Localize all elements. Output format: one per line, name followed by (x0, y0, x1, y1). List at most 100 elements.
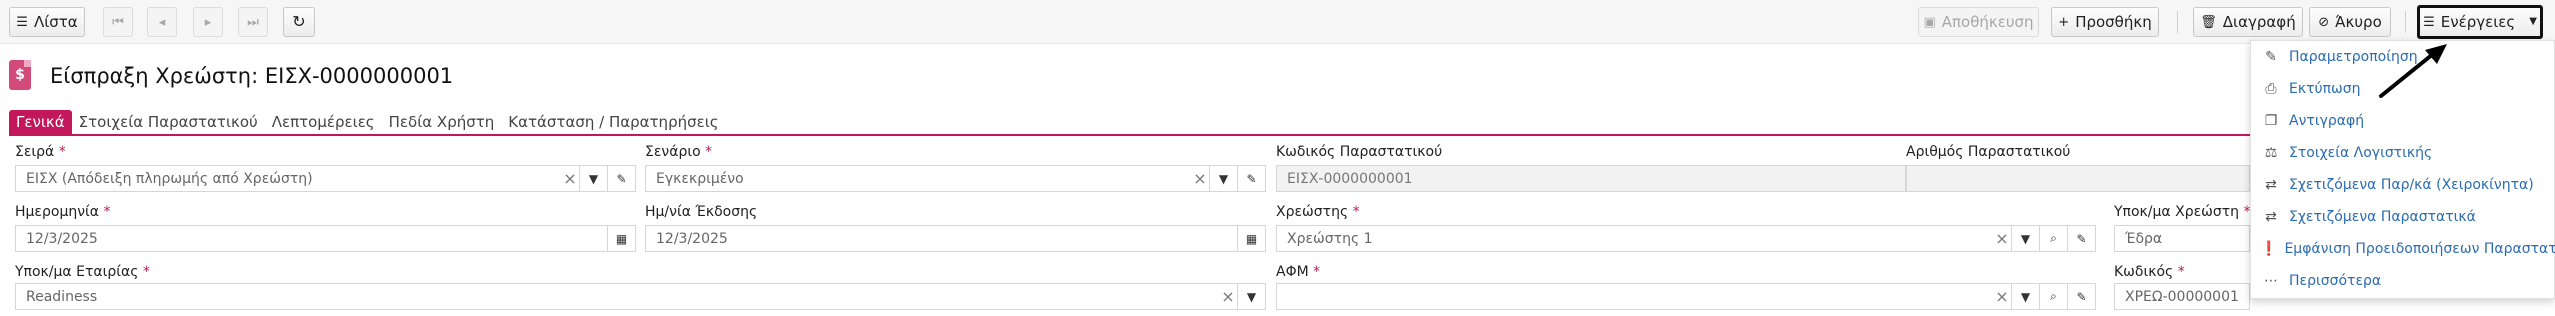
first-icon: ⏮ (112, 14, 124, 30)
warning-icon: ❗ (2260, 241, 2278, 257)
edit-icon[interactable]: ✎ (2067, 226, 2095, 251)
copy-icon: ❐ (2264, 113, 2278, 129)
tab-status-notes[interactable]: Κατάσταση / Παρατηρήσεις (501, 110, 725, 134)
tab-document-details[interactable]: Στοιχεία Παραστατικού (72, 110, 265, 134)
edit-icon[interactable]: ✎ (2067, 284, 2095, 309)
first-record-button[interactable]: ⏮ (103, 7, 133, 37)
search-icon[interactable]: ⌕ (2039, 226, 2067, 251)
menu-item-label: Περισσότερα (2289, 273, 2382, 289)
doc-code-value: ΕΙΣΧ-0000000001 (1287, 170, 1413, 187)
list-icon: ☰ (16, 14, 28, 30)
debtor-branch-label: Υποκ/μα Χρεώστη * (2114, 204, 2251, 220)
tab-underline (9, 134, 2555, 136)
edit-icon[interactable]: ✎ (1237, 166, 1265, 191)
date-field[interactable]: 12/3/2025 ▦ (15, 225, 636, 252)
refresh-icon: ↻ (292, 12, 306, 31)
page-title: Είσπραξη Χρεώστη: ΕΙΣΧ-0000000001 (50, 64, 454, 88)
next-icon: ▸ (204, 14, 212, 30)
menu-item-related-docs[interactable]: ⇄ Σχετιζόμενα Παραστατικά (2251, 202, 2554, 232)
vat-select[interactable]: × ▼ ⌕ ✎ (1276, 283, 2096, 310)
edit-icon: ✎ (2265, 49, 2277, 65)
code-select[interactable]: ΧΡΕΩ-00000001 (2114, 283, 2250, 310)
previous-record-button[interactable]: ◂ (147, 7, 177, 37)
exchange-icon: ⇄ (2265, 209, 2277, 225)
menu-item-label: Στοιχεία Λογιστικής (2289, 145, 2433, 161)
vat-label: ΑΦΜ * (1276, 264, 1321, 280)
company-branch-select[interactable]: Readiness × ▼ (15, 283, 1266, 310)
refresh-button[interactable]: ↻ (283, 7, 315, 37)
menu-item-show-warnings[interactable]: ❗ Εμφάνιση Προειδοποιήσεων Παραστατικού (2251, 234, 2555, 264)
menu-item-label: Αντιγραφή (2289, 113, 2365, 129)
menu-item-label: Σχετιζόμενα Παρ/κά (Χειροκίνητα) (2289, 177, 2534, 193)
last-record-button[interactable]: ⏭ (238, 7, 268, 37)
clear-icon[interactable]: × (1219, 287, 1237, 306)
toolbar-divider (2177, 11, 2178, 33)
menu-icon: ☰ (2423, 14, 2435, 30)
debtor-value: Χρεώστης 1 (1287, 230, 1373, 247)
cancel-button[interactable]: ⊘ Άκυρο (2309, 7, 2391, 37)
next-record-button[interactable]: ▸ (193, 7, 223, 37)
clear-icon[interactable]: × (1993, 287, 2011, 306)
cancel-button-label: Άκυρο (2335, 13, 2382, 31)
menu-item-accounting[interactable]: ⚖ Στοιχεία Λογιστικής (2251, 138, 2554, 168)
debtor-label: Χρεώστης * (1276, 204, 1360, 220)
add-button-label: Προσθήκη (2075, 13, 2152, 31)
list-button-label: Λίστα (33, 13, 78, 31)
plus-icon: + (2058, 14, 2070, 30)
clear-icon[interactable]: × (1191, 169, 1209, 188)
save-button[interactable]: ▣ Αποθήκευση (1918, 7, 2039, 37)
clear-icon[interactable]: × (561, 169, 579, 188)
add-button[interactable]: + Προσθήκη (2051, 7, 2159, 37)
menu-item-label: Εκτύπωση (2289, 81, 2361, 97)
menu-item-copy[interactable]: ❐ Αντιγραφή (2251, 106, 2554, 136)
series-value: ΕΙΣΧ (Απόδειξη πληρωμής από Χρεώστη) (26, 170, 313, 187)
clear-icon[interactable]: × (1993, 229, 2011, 248)
dropdown-caret-icon[interactable]: ▼ (579, 166, 607, 191)
tab-general[interactable]: Γενικά (9, 110, 72, 134)
company-branch-value: Readiness (26, 288, 98, 305)
issue-date-field[interactable]: 12/3/2025 ▦ (645, 225, 1266, 252)
calendar-icon[interactable]: ▦ (607, 226, 635, 251)
menu-item-more[interactable]: ⋯ Περισσότερα (2251, 266, 2554, 296)
dropdown-caret-icon[interactable]: ▼ (1237, 284, 1265, 309)
tab-details[interactable]: Λεπτομέρειες (265, 110, 382, 134)
debtor-branch-select[interactable]: Έδρα (2114, 225, 2250, 252)
code-value: ΧΡΕΩ-00000001 (2125, 288, 2239, 305)
doc-number-label: Αριθμός Παραστατικού (1906, 144, 2071, 160)
issue-date-label: Ημ/νία Έκδοσης (645, 204, 758, 220)
print-icon: ⎙ (2265, 81, 2277, 97)
exchange-icon: ⇄ (2265, 177, 2277, 193)
annotation-arrow (2379, 44, 2447, 98)
menu-item-related-manual[interactable]: ⇄ Σχετιζόμενα Παρ/κά (Χειροκίνητα) (2251, 170, 2554, 200)
date-label: Ημερομηνία * (15, 204, 111, 220)
company-branch-label: Υποκ/μα Εταιρίας * (15, 264, 150, 280)
series-label: Σειρά * (15, 144, 66, 160)
save-icon: ▣ (1923, 14, 1936, 30)
caret-down-icon: ▼ (2529, 16, 2537, 27)
scenario-select[interactable]: Εγκεκριμένο × ▼ ✎ (645, 165, 1266, 192)
date-value: 12/3/2025 (26, 230, 98, 247)
ban-icon: ⊘ (2318, 14, 2330, 30)
doc-number-field[interactable] (1906, 165, 2250, 192)
dropdown-caret-icon[interactable]: ▼ (1209, 166, 1237, 191)
search-icon[interactable]: ⌕ (2039, 284, 2067, 309)
actions-button-label: Ενέργειες (2440, 13, 2516, 31)
debtor-select[interactable]: Χρεώστης 1 × ▼ ⌕ ✎ (1276, 225, 2096, 252)
menu-item-label: Εμφάνιση Προειδοποιήσεων Παραστατικού (2284, 241, 2555, 257)
dropdown-caret-icon[interactable]: ▼ (2011, 284, 2039, 309)
debtor-branch-value: Έδρα (2125, 230, 2163, 247)
toolbar-divider (2405, 11, 2406, 33)
delete-button[interactable]: 🗑 Διαγραφή (2193, 7, 2303, 37)
more-icon: ⋯ (2264, 273, 2278, 289)
tab-user-fields[interactable]: Πεδία Χρήστη (382, 110, 502, 134)
scenario-value: Εγκεκριμένο (656, 170, 744, 187)
toolbar: ☰ Λίστα ⏮ ◂ ▸ ⏭ ↻ ▣ Αποθήκευση + Προσθήκ… (0, 0, 2555, 44)
list-button[interactable]: ☰ Λίστα (9, 7, 85, 37)
doc-code-field: ΕΙΣΧ-0000000001 (1276, 165, 1906, 192)
series-select[interactable]: ΕΙΣΧ (Απόδειξη πληρωμής από Χρεώστη) × ▼… (15, 165, 636, 192)
calendar-icon[interactable]: ▦ (1237, 226, 1265, 251)
actions-button[interactable]: ☰ Ενέργειες ▼ (2417, 5, 2543, 39)
dropdown-caret-icon[interactable]: ▼ (2011, 226, 2039, 251)
edit-icon[interactable]: ✎ (607, 166, 635, 191)
doc-code-label: Κωδικός Παραστατικού (1276, 144, 1443, 160)
